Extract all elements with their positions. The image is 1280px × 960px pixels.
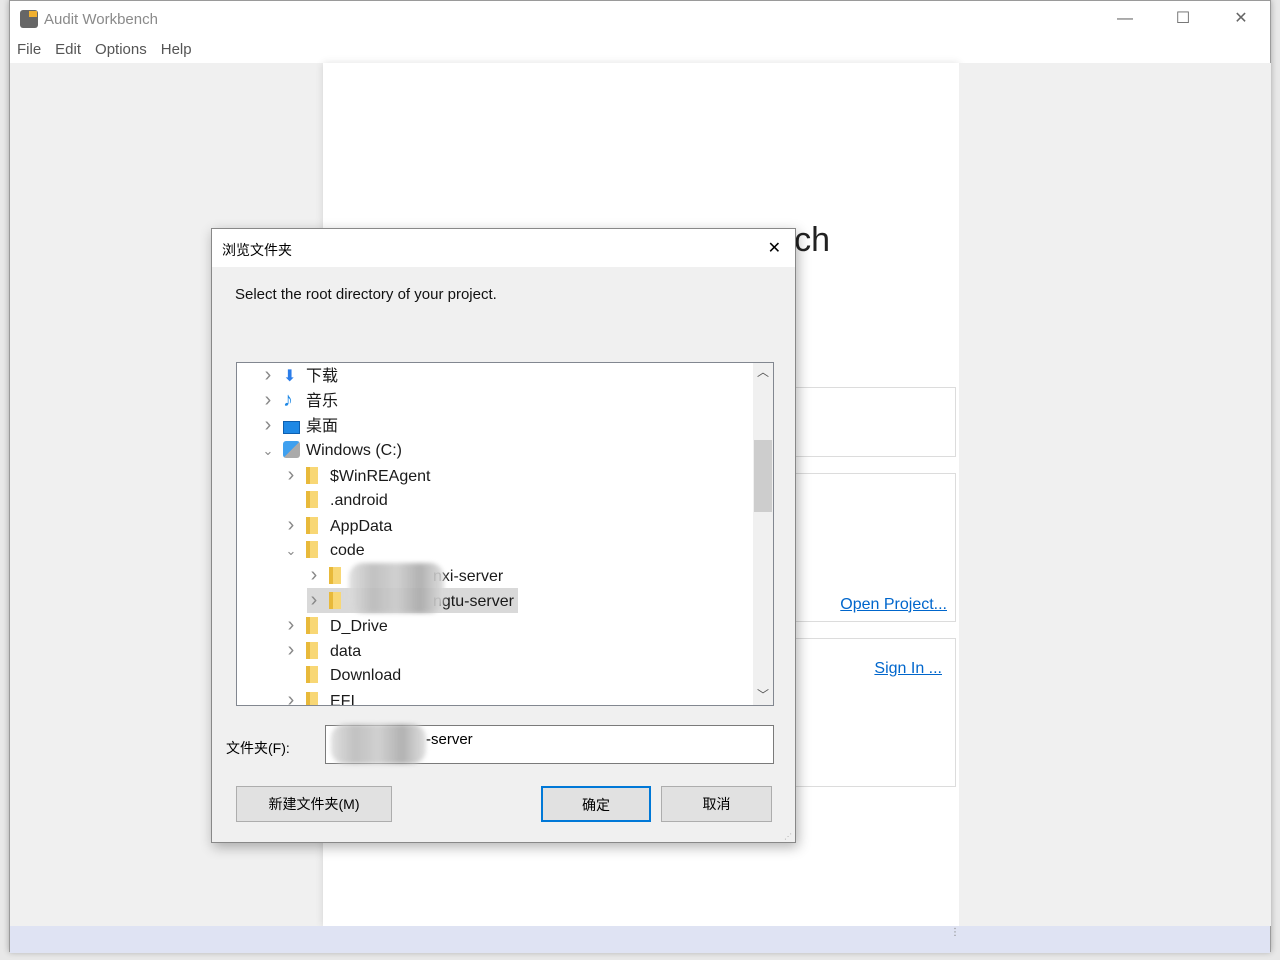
sign-in-link[interactable]: Sign In ... <box>874 660 942 678</box>
chevron-right-icon[interactable]: › <box>284 513 298 538</box>
tree-item-label: AppData <box>330 518 393 535</box>
chevron-down-icon[interactable]: ⌄ <box>261 438 275 463</box>
new-folder-button[interactable]: 新建文件夹(M) <box>236 786 392 822</box>
tree-item-label: $WinREAgent <box>330 468 431 485</box>
window-title: Audit Workbench <box>44 11 158 28</box>
open-project-link[interactable]: Open Project... <box>840 596 947 614</box>
status-bar: ⋮ <box>10 926 1270 953</box>
folder-icon <box>306 642 318 659</box>
menu-file[interactable]: File <box>10 37 48 58</box>
folder-icon <box>306 541 318 558</box>
dialog-prompt: Select the root directory of your projec… <box>235 286 497 303</box>
folder-label: 文件夹(F): <box>226 740 290 756</box>
tree-item[interactable]: › 桌面 <box>261 413 338 438</box>
browse-folder-dialog: 浏览文件夹 ✕ Select the root directory of you… <box>211 228 796 843</box>
tree-scrollbar[interactable]: ︿ ﹀ <box>753 363 773 705</box>
tree-item[interactable]: ⌄ Windows (C:) <box>261 438 402 463</box>
tree-item-label: EFI <box>330 693 355 706</box>
chevron-right-icon[interactable]: › <box>261 413 275 438</box>
ok-button[interactable]: 确定 <box>541 786 651 822</box>
chevron-right-icon[interactable]: › <box>284 688 298 705</box>
tree-item-label: ngtu-server <box>433 593 514 610</box>
dialog-title-bar: 浏览文件夹 ✕ <box>212 229 795 267</box>
tree-item[interactable]: .android <box>284 488 388 513</box>
close-button[interactable]: ✕ <box>1212 1 1270 37</box>
tree-item[interactable]: › D_Drive <box>284 613 388 638</box>
music-note-icon: ♪ <box>283 389 293 411</box>
maximize-button[interactable]: ☐ <box>1154 1 1212 37</box>
chevron-right-icon[interactable]: › <box>284 613 298 638</box>
tree-item[interactable]: › AppData <box>284 513 393 538</box>
folder-icon <box>306 666 318 683</box>
folder-icon <box>306 617 318 634</box>
folder-icon <box>306 517 318 534</box>
folder-icon <box>306 491 318 508</box>
tree-item[interactable]: › $WinREAgent <box>284 463 431 488</box>
redaction-blur <box>331 724 426 764</box>
folder-input[interactable]: -server <box>325 724 774 764</box>
title-bar: Audit Workbench — ☐ ✕ <box>10 1 1270 37</box>
menu-options[interactable]: Options <box>88 37 154 58</box>
folder-icon <box>306 467 318 484</box>
chevron-right-icon[interactable]: › <box>284 638 298 663</box>
folder-icon <box>329 567 341 584</box>
scroll-thumb[interactable] <box>754 440 772 512</box>
desktop-icon <box>283 421 300 434</box>
folder-input-value: -server <box>426 731 473 748</box>
folder-icon <box>306 692 318 705</box>
dialog-close-button[interactable]: ✕ <box>768 238 781 258</box>
folder-icon <box>329 592 341 609</box>
folder-tree[interactable]: › ⬇ 下载 › ♪ 音乐 › 桌面 ⌄ Windows (C:) › $WinREAgent .and… <box>236 362 774 706</box>
minimize-button[interactable]: — <box>1096 1 1154 37</box>
tree-item-label: .android <box>330 492 388 509</box>
menu-edit[interactable]: Edit <box>48 37 88 58</box>
redaction-blur <box>349 563 444 613</box>
resize-grip-icon[interactable]: ⋰ <box>784 832 792 841</box>
tree-item[interactable]: › data <box>284 638 361 663</box>
tree-item[interactable]: › ⬇ 下载 <box>261 363 338 388</box>
dialog-title: 浏览文件夹 <box>222 242 292 258</box>
tree-item-label: Windows (C:) <box>306 442 403 459</box>
menu-bar: File Edit Options Help <box>10 37 1270 63</box>
chevron-right-icon[interactable]: › <box>307 588 321 613</box>
download-arrow-icon: ⬇ <box>283 368 297 385</box>
tree-item-label: data <box>330 643 362 660</box>
right-pane <box>959 63 1271 926</box>
tree-item[interactable]: › EFI <box>284 688 355 706</box>
tree-item-label: Download <box>330 667 402 684</box>
tree-item-label: 桌面 <box>306 418 339 435</box>
tree-item[interactable]: › ♪ 音乐 <box>261 388 338 413</box>
tree-item-label: 音乐 <box>306 393 339 410</box>
drive-icon <box>283 441 300 458</box>
tree-item[interactable]: ⌄ code <box>284 538 365 563</box>
tree-item-label: D_Drive <box>330 618 388 635</box>
scroll-up-icon[interactable]: ︿ <box>757 363 769 380</box>
tree-item[interactable]: Download <box>284 663 401 688</box>
chevron-right-icon[interactable]: › <box>307 563 321 588</box>
chevron-right-icon[interactable]: › <box>284 463 298 488</box>
chevron-down-icon[interactable]: ⌄ <box>284 538 298 563</box>
scroll-down-icon[interactable]: ﹀ <box>757 686 769 703</box>
splitter-grip-icon[interactable]: ⋮ <box>950 928 960 938</box>
chevron-right-icon[interactable]: › <box>261 388 275 413</box>
cancel-button[interactable]: 取消 <box>661 786 772 822</box>
chevron-right-icon[interactable]: › <box>261 363 275 388</box>
tree-item-label: 下载 <box>306 368 339 385</box>
app-logo-icon <box>20 10 38 28</box>
menu-help[interactable]: Help <box>154 37 199 58</box>
tree-item-label: code <box>330 542 365 559</box>
